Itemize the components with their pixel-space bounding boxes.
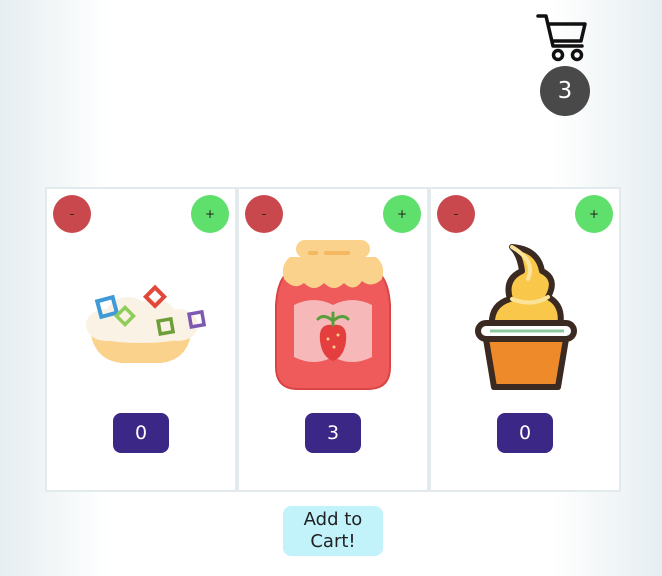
product-card-shaved-ice: - + 0 xyxy=(45,187,237,492)
quantity-badge: 0 xyxy=(113,413,169,453)
decrease-quantity-button[interactable]: - xyxy=(53,195,91,233)
add-to-cart-label: Add to Cart! xyxy=(304,509,363,553)
add-to-cart-label-line1: Add to xyxy=(303,509,363,530)
product-list: - + 0 - + 3 - + 0 xyxy=(45,187,621,492)
shopping-cart-icon[interactable] xyxy=(536,13,588,63)
decrease-quantity-button[interactable]: - xyxy=(437,195,475,233)
increase-quantity-button[interactable]: + xyxy=(191,195,229,233)
strawberry-jam-jar-icon xyxy=(258,235,408,395)
cart-count-badge: 3 xyxy=(540,66,590,116)
increase-quantity-button[interactable]: + xyxy=(575,195,613,233)
increase-quantity-button[interactable]: + xyxy=(383,195,421,233)
decrease-quantity-button[interactable]: - xyxy=(245,195,283,233)
add-to-cart-button[interactable]: Add to Cart! xyxy=(283,506,383,556)
quantity-badge: 3 xyxy=(305,413,361,453)
shaved-ice-icon xyxy=(66,235,216,395)
soft-serve-cupcake-icon xyxy=(450,235,600,395)
product-card-strawberry-jam: - + 3 xyxy=(237,187,429,492)
add-to-cart-label-line2: Cart! xyxy=(310,531,356,552)
product-card-soft-serve: - + 0 xyxy=(429,187,621,492)
quantity-badge: 0 xyxy=(497,413,553,453)
